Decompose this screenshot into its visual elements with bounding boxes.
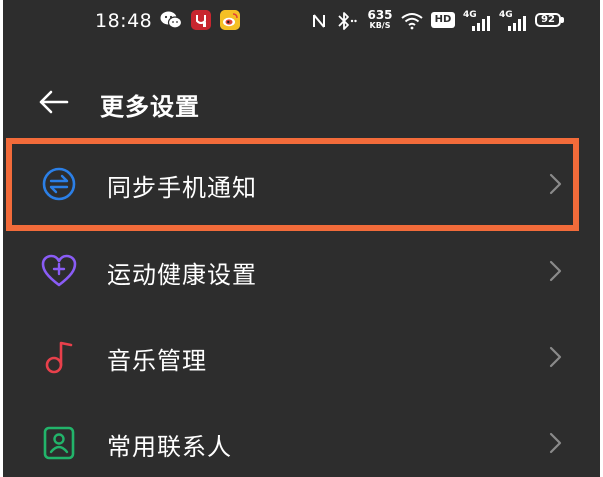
back-button[interactable] (37, 86, 73, 118)
youku-icon (191, 10, 211, 30)
battery-tip (561, 17, 564, 23)
phone-screen: 18:48 635 KB/S HD 4G 4G 92 更多设置 同步手机通知 运… (3, 0, 600, 477)
menu-item-music-management[interactable]: 音乐管理 (3, 314, 600, 400)
chevron-right-icon (549, 346, 562, 368)
menu-item-label: 音乐管理 (107, 347, 207, 375)
hd-label: HD (434, 14, 452, 25)
battery-icon: 92 (535, 13, 561, 27)
page-title: 更多设置 (100, 93, 200, 121)
bluetooth-icon (338, 12, 357, 30)
status-bar: 18:48 635 KB/S HD 4G 4G 92 (3, 0, 600, 44)
signal-icon-1: 4G (463, 10, 491, 32)
nfc-icon (313, 14, 325, 28)
arrow-left-icon (39, 90, 69, 114)
wifi-icon (401, 13, 423, 30)
signal-icon-2: 4G (499, 10, 527, 32)
contact-icon (41, 425, 77, 461)
menu-item-frequent-contacts[interactable]: 常用联系人 (3, 400, 600, 477)
network-speed-unit: KB/S (369, 21, 391, 30)
chevron-right-icon (549, 173, 562, 195)
signal-bars-1 (472, 16, 490, 31)
music-note-icon (41, 339, 77, 375)
battery-level: 92 (541, 14, 555, 25)
weibo-icon (220, 10, 240, 30)
chevron-right-icon (549, 260, 562, 282)
status-time: 18:48 (95, 10, 153, 32)
menu-item-label: 常用联系人 (107, 433, 232, 461)
chevron-right-icon (549, 432, 562, 454)
hd-icon: HD (431, 12, 455, 28)
network-speed: 635 KB/S (366, 8, 394, 31)
heart-plus-icon (41, 253, 77, 289)
menu-item-label: 运动健康设置 (107, 261, 257, 289)
menu-item-sync-notifications[interactable]: 同步手机通知 (3, 141, 600, 227)
menu-item-label: 同步手机通知 (107, 174, 257, 202)
sync-icon (41, 166, 77, 202)
signal-bars-2 (508, 16, 526, 31)
network-speed-value: 635 (367, 8, 393, 22)
wechat-icon (160, 11, 182, 29)
menu-item-health-settings[interactable]: 运动健康设置 (3, 228, 600, 314)
page-header: 更多设置 (3, 72, 600, 132)
